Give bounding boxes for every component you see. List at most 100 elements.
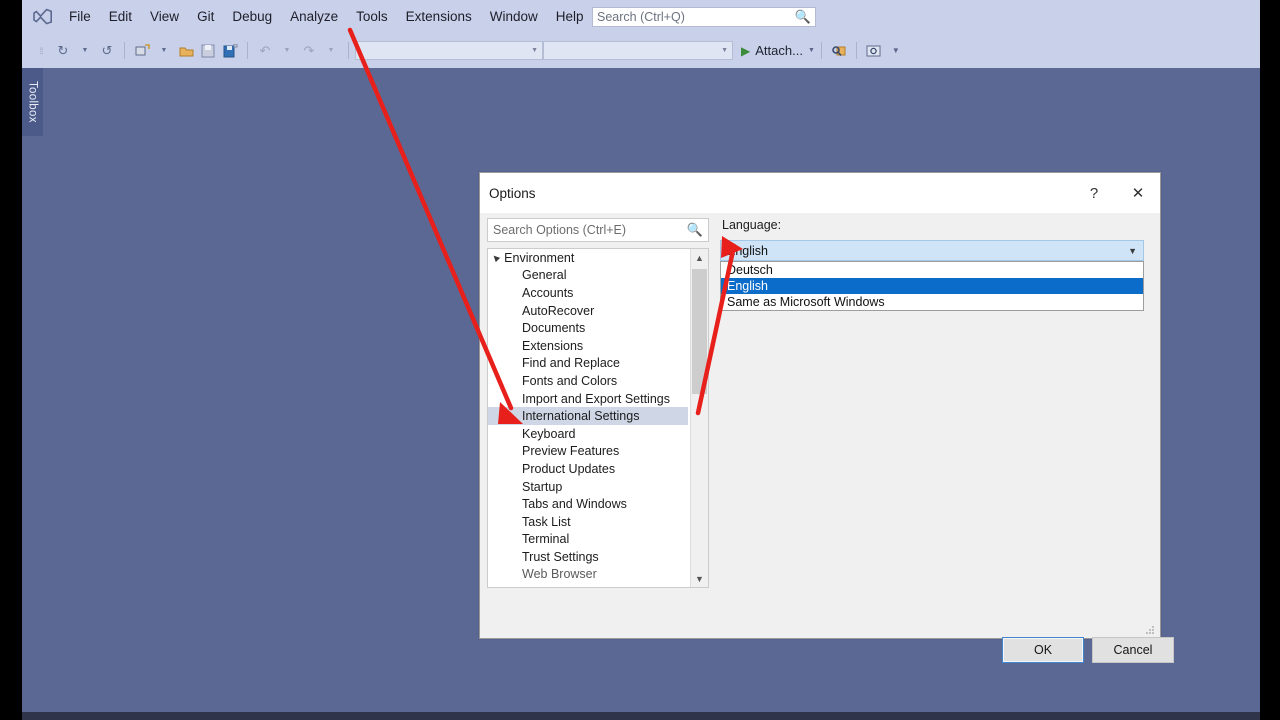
menu-git[interactable]: Git — [188, 6, 223, 28]
menu-window[interactable]: Window — [481, 6, 547, 28]
dialog-body: Search Options (Ctrl+E) 🔍 ◀ Environment … — [480, 213, 1174, 663]
language-dropdown-list[interactable]: Deutsch English Same as Microsoft Window… — [720, 261, 1144, 311]
language-label-text: Language: — [722, 218, 782, 232]
tree-item-find-and-replace[interactable]: Find and Replace — [488, 355, 688, 373]
question-mark-icon[interactable]: ? — [1072, 178, 1116, 208]
language-option-english[interactable]: English — [721, 278, 1143, 294]
tree-scrollbar[interactable]: ▲ ▼ — [690, 249, 708, 587]
tree-item-accounts[interactable]: Accounts — [488, 284, 688, 302]
save-icon[interactable] — [199, 42, 217, 60]
tree-item-preview-features[interactable]: Preview Features — [488, 443, 688, 461]
options-tree[interactable]: ◀ Environment General Accounts AutoRecov… — [487, 248, 709, 588]
tree-item-label: AutoRecover — [522, 303, 595, 318]
tree-item-import-and-export-settings[interactable]: Import and Export Settings — [488, 390, 688, 408]
toolbar-drag-handle-icon[interactable]: ⁞⁞ — [32, 42, 50, 60]
resize-grip-icon[interactable] — [1144, 623, 1156, 635]
tree-node-label: Environment — [504, 250, 575, 265]
language-option-same-as-windows[interactable]: Same as Microsoft Windows — [721, 294, 1143, 310]
chevron-down-icon: ▼ — [531, 47, 538, 54]
new-project-icon[interactable] — [133, 42, 151, 60]
toolbar-overflow-icon[interactable]: ▼ — [887, 42, 905, 60]
tree-item-startup[interactable]: Startup — [488, 478, 688, 496]
tree-item-label: Import and Export Settings — [522, 391, 670, 406]
tree-item-general[interactable]: General — [488, 267, 688, 285]
undo-icon[interactable]: ↶ — [256, 42, 274, 60]
tree-item-fonts-and-colors[interactable]: Fonts and Colors — [488, 372, 688, 390]
tree-item-label: Task List — [522, 514, 571, 529]
scrollbar-thumb[interactable] — [692, 269, 707, 394]
tree-item-documents[interactable]: Documents — [488, 319, 688, 337]
tree-item-international-settings[interactable]: International Settings — [488, 407, 688, 425]
tree-item-label: Extensions — [522, 338, 584, 353]
language-option-deutsch[interactable]: Deutsch — [721, 262, 1143, 278]
chevron-up-icon[interactable]: ▲ — [691, 249, 708, 266]
tree-item-trust-settings[interactable]: Trust Settings — [488, 548, 688, 566]
chevron-down-icon[interactable]: ▼ — [1128, 246, 1137, 256]
open-file-icon[interactable] — [177, 42, 195, 60]
solution-platform-combo[interactable]: ▼ — [543, 41, 733, 60]
cancel-button[interactable]: Cancel — [1092, 637, 1174, 663]
menu-extensions[interactable]: Extensions — [397, 6, 481, 28]
find-in-files-icon[interactable] — [830, 42, 848, 60]
toolbar-separator — [348, 42, 349, 59]
menu-debug[interactable]: Debug — [223, 6, 281, 28]
chevron-down-icon[interactable]: ▼ — [155, 42, 173, 60]
solution-configuration-combo[interactable]: ▼ — [355, 41, 543, 60]
option-label: Same as Microsoft Windows — [727, 295, 885, 309]
save-all-icon[interactable] — [221, 42, 239, 60]
menu-view[interactable]: View — [141, 6, 188, 28]
toolbar-separator — [124, 42, 125, 59]
tree-item-tabs-and-windows[interactable]: Tabs and Windows — [488, 495, 688, 513]
redo-icon[interactable]: ↷ — [300, 42, 318, 60]
ok-button[interactable]: OK — [1002, 637, 1084, 663]
quick-launch-placeholder: Search (Ctrl+Q) — [597, 10, 685, 24]
tree-item-keyboard[interactable]: Keyboard — [488, 425, 688, 443]
tree-item-web-browser[interactable]: Web Browser — [488, 566, 688, 584]
cancel-label: Cancel — [1113, 643, 1153, 657]
tree-node-environment[interactable]: ◀ Environment — [488, 249, 688, 267]
menu-bar: File Edit View Git Debug Analyze Tools E… — [22, 0, 1260, 33]
tree-item-label: Product Updates — [522, 461, 616, 476]
search-placeholder: Search Options (Ctrl+E) — [493, 223, 627, 237]
attach-label: Attach... — [755, 43, 803, 58]
chevron-down-icon[interactable]: ▼ — [691, 570, 708, 587]
tree-item-task-list[interactable]: Task List — [488, 513, 688, 531]
tree-item-product-updates[interactable]: Product Updates — [488, 460, 688, 478]
triangle-expanded-icon[interactable]: ◀ — [491, 252, 502, 263]
option-label: English — [727, 279, 768, 293]
ok-label: OK — [1033, 643, 1053, 657]
tree-item-autorecover[interactable]: AutoRecover — [488, 302, 688, 320]
visual-studio-chrome: File Edit View Git Debug Analyze Tools E… — [22, 0, 1260, 68]
toolbar-separator — [820, 42, 822, 59]
tree-item-label: Tabs and Windows — [522, 497, 627, 512]
search-input[interactable]: Search Options (Ctrl+E) 🔍 — [487, 218, 709, 242]
window-layout-icon[interactable] — [865, 42, 883, 60]
chevron-down-icon[interactable]: ▼ — [278, 42, 296, 60]
tree-item-label: Trust Settings — [522, 549, 599, 564]
chevron-down-icon[interactable]: ▼ — [76, 42, 94, 60]
tree-item-extensions[interactable]: Extensions — [488, 337, 688, 355]
language-selected-value: English — [727, 243, 768, 258]
tree-item-terminal[interactable]: Terminal — [488, 531, 688, 549]
menu-edit[interactable]: Edit — [100, 6, 141, 28]
menu-analyze[interactable]: Analyze — [281, 6, 347, 28]
quick-launch-search[interactable]: Search (Ctrl+Q) 🔍 — [592, 7, 816, 27]
tree-item-label: Accounts — [522, 285, 574, 300]
chevron-down-icon: ▼ — [721, 47, 728, 54]
attach-button[interactable]: ▶ Attach... ▼ — [741, 43, 815, 58]
menu-file[interactable]: File — [60, 6, 100, 28]
navigate-back-icon[interactable]: ↻ — [54, 42, 72, 60]
tree-item-label: Keyboard — [522, 426, 576, 441]
search-icon: 🔍 — [794, 9, 811, 24]
chevron-down-icon[interactable]: ▼ — [322, 42, 340, 60]
option-label: Deutsch — [727, 263, 773, 277]
close-icon[interactable]: ✕ — [1116, 178, 1160, 208]
language-combobox[interactable]: English ▼ — [720, 240, 1144, 261]
navigate-forward-icon[interactable]: ↺ — [98, 42, 116, 60]
tree-item-label: General — [522, 268, 567, 283]
toolbox-tab[interactable]: Toolbox — [22, 68, 43, 136]
tree-item-label: Find and Replace — [522, 356, 620, 371]
chevron-down-icon[interactable]: ▼ — [808, 47, 815, 54]
menu-tools[interactable]: Tools — [347, 6, 397, 28]
menu-help[interactable]: Help — [547, 6, 593, 28]
